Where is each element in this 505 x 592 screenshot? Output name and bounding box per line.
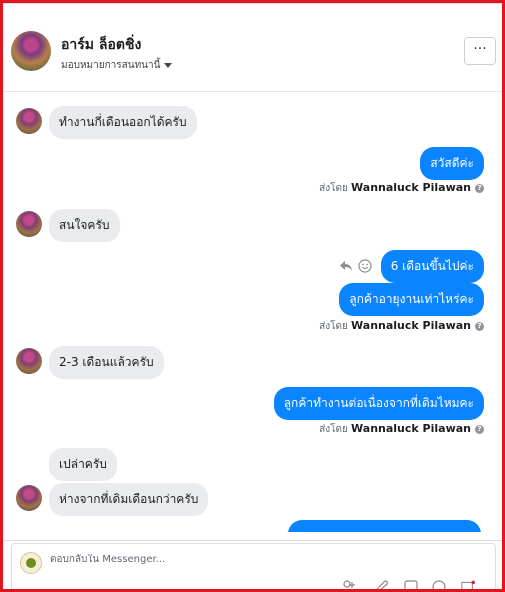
outgoing-message[interactable]: สวัสดีค่ะ xyxy=(420,147,484,180)
message-thread[interactable]: ทำงานกี่เดือนออกได้ครับ สวัสดีค่ะ ส่งโดย… xyxy=(3,92,502,532)
conversation-header: อาร์ม ล็อตชิ่ง มอบหมายการสนทนานี้ ··· xyxy=(3,11,502,91)
info-icon[interactable]: ? xyxy=(475,321,484,331)
sticker-icon[interactable] xyxy=(404,580,418,589)
sender-avatar xyxy=(16,108,42,134)
outgoing-message[interactable]: ลูกค้าทำงานต่อเนื่องจากที่เดิมไหมคะ xyxy=(273,387,484,420)
assign-conversation-dropdown[interactable]: มอบหมายการสนทนานี้ xyxy=(61,58,173,73)
sent-by-prefix: ส่งโดย xyxy=(319,183,348,194)
message-row: สนใจครับ xyxy=(16,209,316,242)
more-icon: ··· xyxy=(473,41,487,57)
sent-by-prefix: ส่งโดย xyxy=(319,321,348,332)
reply-composer xyxy=(11,543,496,589)
attachment-icon[interactable] xyxy=(374,580,388,589)
message-row: ทำงานกี่เดือนออกได้ครับ xyxy=(16,106,316,139)
top-divider xyxy=(3,3,502,4)
info-icon[interactable]: ? xyxy=(475,183,484,193)
sender-avatar xyxy=(16,348,42,374)
sender-avatar xyxy=(16,485,42,511)
incoming-message[interactable]: ห่างจากที่เดิมเดือนกว่าครับ xyxy=(49,483,209,516)
sender-name[interactable]: Wannaluck Pilawan xyxy=(351,181,471,194)
outgoing-message-partial xyxy=(288,520,481,532)
sender-name[interactable]: Wannaluck Pilawan xyxy=(351,319,471,332)
message-row: ห่างจากที่เดิมเดือนกว่าครับ xyxy=(16,483,316,516)
outgoing-message[interactable]: 6 เดือนขึ้นไปค่ะ xyxy=(380,250,484,283)
sent-by-label: ส่งโดย Wannaluck Pilawan? xyxy=(319,181,484,196)
incoming-message[interactable]: สนใจครับ xyxy=(49,209,120,242)
info-icon[interactable]: ? xyxy=(475,424,484,434)
conversation-panel: อาร์ม ล็อตชิ่ง มอบหมายการสนทนานี้ ··· ทำ… xyxy=(3,3,502,589)
emoji-icon[interactable] xyxy=(432,580,446,589)
sent-by-prefix: ส่งโดย xyxy=(319,424,348,435)
sender-avatar xyxy=(16,211,42,237)
contact-avatar[interactable] xyxy=(11,31,51,71)
sent-by-label: ส่งโดย Wannaluck Pilawan? xyxy=(319,319,484,334)
message-row: 2-3 เดือนแล้วครับ xyxy=(16,346,316,379)
assign-label: มอบหมายการสนทนานี้ xyxy=(61,60,161,71)
sent-by-label: ส่งโดย Wannaluck Pilawan? xyxy=(319,422,484,437)
page-avatar xyxy=(20,552,42,574)
sender-name[interactable]: Wannaluck Pilawan xyxy=(351,422,471,435)
gif-icon[interactable] xyxy=(461,580,475,589)
incoming-message[interactable]: เปล่าครับ xyxy=(49,448,117,481)
add-person-icon[interactable] xyxy=(342,580,356,589)
contact-name[interactable]: อาร์ม ล็อตชิ่ง xyxy=(61,34,141,56)
message-row: เปล่าครับ xyxy=(16,448,316,481)
incoming-message[interactable]: 2-3 เดือนแล้วครับ xyxy=(49,346,164,379)
caret-down-icon xyxy=(164,62,173,68)
smiley-icon[interactable] xyxy=(358,259,372,273)
incoming-message[interactable]: ทำงานกี่เดือนออกได้ครับ xyxy=(49,106,197,139)
composer-divider xyxy=(3,540,502,541)
more-options-button[interactable]: ··· xyxy=(464,37,496,65)
reply-icon[interactable] xyxy=(339,260,353,272)
outgoing-message[interactable]: ลูกค้าอายุงานเท่าไหร่คะ xyxy=(339,283,484,316)
reply-input[interactable] xyxy=(50,554,350,565)
